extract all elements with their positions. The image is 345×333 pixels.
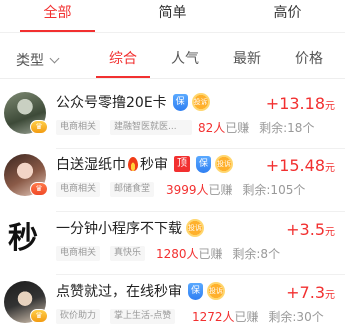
category-tag: 砍价助力: [56, 309, 101, 324]
earned-count: 1272人: [192, 310, 235, 324]
reward-amount: +15.48元: [266, 156, 335, 175]
tab-all[interactable]: 全部: [0, 0, 115, 32]
tab-simple[interactable]: 简单: [115, 0, 230, 32]
reward-value: +7.3: [286, 283, 325, 302]
remaining-count: 剩余:18个: [259, 121, 315, 135]
task-title: 点赞就过，在线秒审: [56, 284, 182, 300]
category-tag: 电商相关: [56, 120, 101, 135]
task-title: 一分钟小程序不下载: [56, 221, 182, 237]
earned-count: 82人: [198, 121, 226, 135]
complaint-badge-icon: 投诉: [207, 282, 225, 300]
remaining-count: 剩余:105个: [242, 183, 306, 197]
type-filter-dropdown[interactable]: 类型: [16, 42, 60, 78]
avatar: 秒: [4, 218, 46, 260]
tab-high-price[interactable]: 高价: [230, 0, 345, 32]
reward-value: +15.48: [265, 156, 325, 175]
pinned-badge: 顶: [174, 156, 190, 172]
earned-suffix: 已赚: [225, 121, 250, 135]
divider: [0, 32, 345, 33]
divider: [56, 211, 345, 212]
divider: [56, 148, 345, 149]
app-tag: 邮储食堂: [110, 182, 155, 197]
app-tag: 真快乐: [110, 246, 146, 261]
task-title: 公众号零撸20E卡: [56, 95, 167, 111]
filter-row: 类型 综合 人气 最新 价格: [0, 42, 345, 78]
earned-suffix: 已赚: [234, 310, 259, 324]
task-item[interactable]: ♛ 点赞就过，在线秒审 保 投诉 砍价助力 掌上生活-点赞 1272人已赚 剩余…: [0, 277, 345, 333]
earned-suffix: 已赚: [208, 183, 233, 197]
guarantee-shield-icon: 保: [188, 282, 203, 300]
reward-amount: +7.3元: [286, 283, 335, 302]
remaining-count: 剩余:30个: [268, 310, 324, 324]
sort-tab-bar: 综合 人气 最新 价格: [92, 42, 345, 78]
complaint-badge-icon: 投诉: [215, 155, 233, 173]
earned-info: 1280人已赚 剩余:8个: [156, 245, 280, 262]
app-tag: 掌上生活-点赞: [110, 309, 176, 324]
fire-icon: [128, 157, 138, 171]
vip-badge-icon: ♛: [30, 182, 48, 196]
earned-suffix: 已赚: [198, 247, 223, 261]
complaint-badge-icon: 投诉: [186, 219, 204, 237]
vip-badge-icon: ♛: [30, 309, 48, 323]
sort-tab-price[interactable]: 价格: [278, 42, 340, 78]
divider: [0, 78, 345, 79]
reward-unit: 元: [325, 163, 335, 174]
reward-unit: 元: [325, 101, 335, 112]
task-title-line: 公众号零撸20E卡 保 投诉: [56, 92, 210, 112]
reward-unit: 元: [325, 290, 335, 301]
chevron-down-icon: [49, 53, 60, 63]
category-tag: 电商相关: [56, 182, 101, 197]
earned-count: 3999人: [166, 183, 209, 197]
earned-info: 82人已赚 剩余:18个: [198, 119, 314, 136]
app-tag: 建融智医就医...: [110, 120, 192, 135]
task-title: 白送湿纸巾: [56, 157, 126, 173]
crown-badge-icon: ♛: [30, 120, 48, 134]
reward-value: +3.5: [286, 220, 325, 239]
complaint-badge-icon: 投诉: [191, 93, 210, 111]
task-item[interactable]: 秒 一分钟小程序不下载 投诉 电商相关 真快乐 1280人已赚 剩余:8个 +3…: [0, 214, 345, 276]
earned-info: 1272人已赚 剩余:30个: [192, 308, 324, 325]
reward-amount: +13.18元: [266, 94, 335, 113]
task-item[interactable]: ♛ 白送湿纸巾 秒审 顶 保 投诉 电商相关 邮储食堂 3999人已赚 剩余:1…: [0, 150, 345, 212]
sort-tab-popularity[interactable]: 人气: [154, 42, 216, 78]
task-item[interactable]: ♛ 公众号零撸20E卡 保 投诉 电商相关 建融智医就医... 82人已赚 剩余…: [0, 88, 345, 150]
guarantee-shield-icon: 保: [172, 93, 188, 111]
remaining-count: 剩余:8个: [232, 247, 281, 261]
reward-amount: +3.5元: [286, 220, 335, 239]
type-filter-label: 类型: [16, 53, 44, 69]
earned-count: 1280人: [156, 247, 199, 261]
task-title-suffix: 秒审: [140, 157, 168, 173]
earned-info: 3999人已赚 剩余:105个: [166, 181, 305, 198]
sort-tab-comprehensive[interactable]: 综合: [92, 42, 154, 78]
task-title-line: 一分钟小程序不下载 投诉: [56, 218, 204, 238]
reward-unit: 元: [325, 227, 335, 238]
top-tab-bar: 全部 简单 高价: [0, 0, 345, 32]
reward-value: +13.18: [265, 94, 325, 113]
divider: [56, 274, 345, 275]
avatar-calligraphy: 秒: [8, 221, 38, 256]
guarantee-shield-icon: 保: [196, 155, 211, 173]
sort-tab-latest[interactable]: 最新: [216, 42, 278, 78]
task-title-line: 白送湿纸巾 秒审 顶 保 投诉: [56, 154, 233, 174]
category-tag: 电商相关: [56, 246, 101, 261]
task-title-line: 点赞就过，在线秒审 保 投诉: [56, 281, 225, 301]
